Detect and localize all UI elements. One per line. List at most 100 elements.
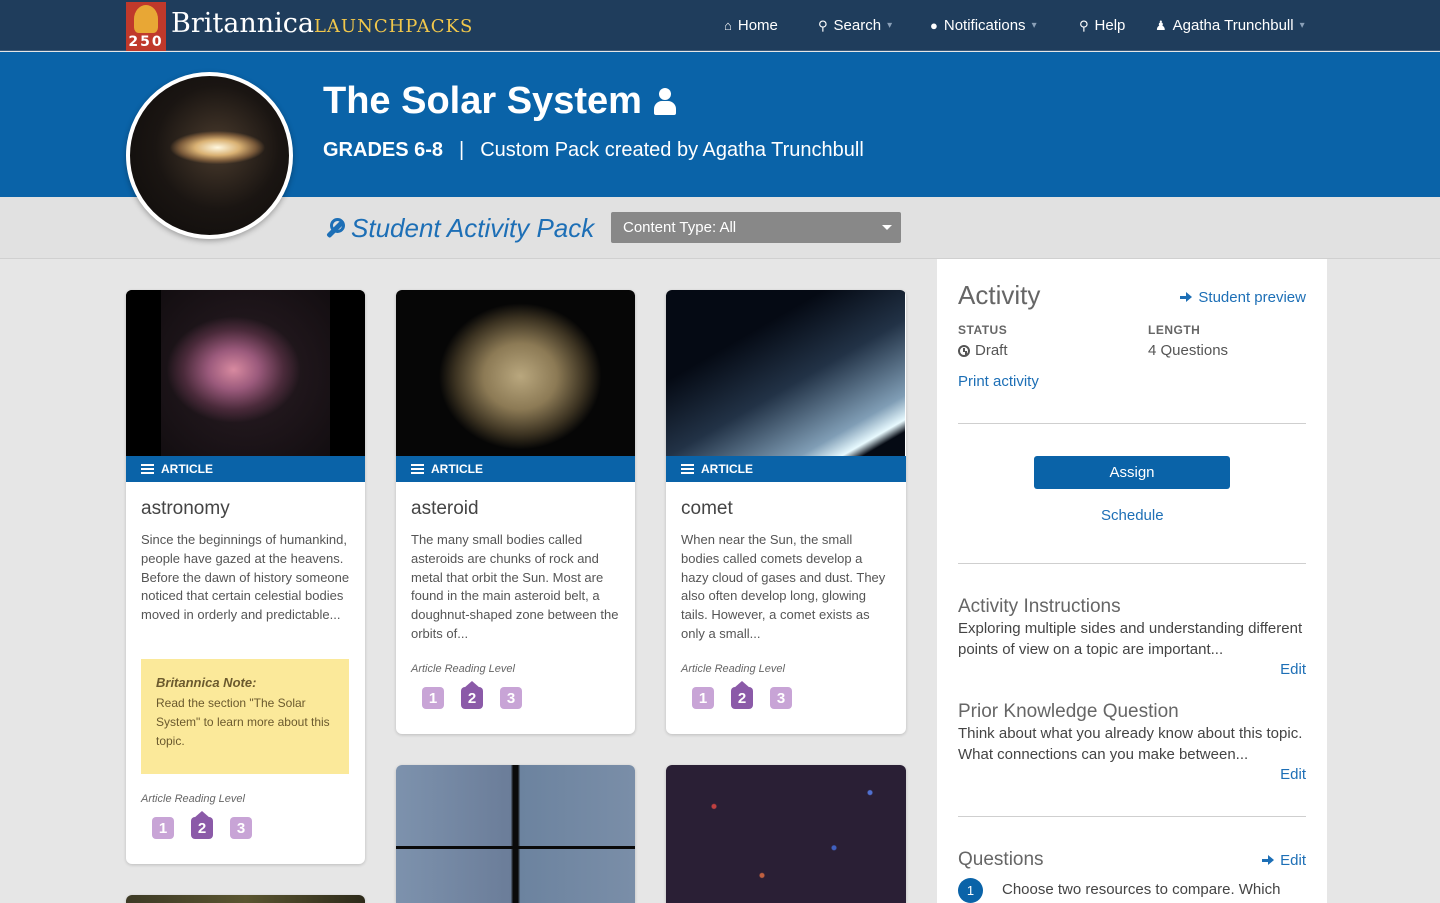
divider xyxy=(958,816,1306,817)
article-tag: ARTICLE xyxy=(396,456,635,482)
clock-icon xyxy=(958,344,970,357)
star-cluster-image[interactable] xyxy=(666,765,906,903)
reading-level-label: Article Reading Level xyxy=(141,793,245,805)
launchpacks-logo[interactable]: BritannicaLAUNCHPACKS xyxy=(171,8,473,39)
subtitle-separator: | xyxy=(459,139,465,161)
student-preview-label: Student preview xyxy=(1198,289,1306,306)
edit-instructions-link[interactable]: Edit xyxy=(1280,661,1306,678)
nav-help-label: Help xyxy=(1094,17,1126,34)
britannica-note: Britannica Note: Read the section "The S… xyxy=(141,659,349,774)
arrow-right-icon xyxy=(1262,855,1275,865)
question-number-badge: 1 xyxy=(958,878,983,903)
assign-button[interactable]: Assign xyxy=(1034,456,1230,489)
reading-level-1[interactable]: 1 xyxy=(422,687,444,709)
logo-sub-text: LAUNCHPACKS xyxy=(313,16,474,37)
article-tag: ARTICLE xyxy=(666,456,906,482)
nav-home[interactable]: ⌂ Home xyxy=(724,17,778,34)
divider xyxy=(958,423,1306,424)
list-icon xyxy=(141,464,154,474)
activity-heading: Activity xyxy=(958,280,1041,310)
reading-level-3[interactable]: 3 xyxy=(500,687,522,709)
reading-level-3[interactable]: 3 xyxy=(770,687,792,709)
image-letterbox xyxy=(126,290,161,456)
length-value: 4 Questions xyxy=(1148,342,1229,359)
reading-level-3[interactable]: 3 xyxy=(230,817,252,839)
content-type-select[interactable]: Content Type: All xyxy=(611,212,901,243)
nav-search-label: Search xyxy=(833,17,882,34)
nebula-image[interactable] xyxy=(126,290,365,456)
card-title[interactable]: astronomy xyxy=(141,498,230,520)
chevron-down-icon: ▾ xyxy=(1031,20,1037,31)
print-activity-link[interactable]: Print activity xyxy=(958,373,1039,390)
logo-badge-number: 250 xyxy=(128,34,164,50)
lightbulb-icon: ⚲ xyxy=(1079,17,1089,33)
reading-level-label: Article Reading Level xyxy=(411,663,515,675)
chevron-down-icon: ▾ xyxy=(1299,20,1305,31)
activity-sidebar: Activity Student preview STATUS Draft LE… xyxy=(937,259,1327,903)
divider xyxy=(958,563,1306,564)
galaxies-image[interactable] xyxy=(396,765,635,903)
reading-level-selector: 1 2 3 xyxy=(422,681,522,709)
card-image-partial[interactable] xyxy=(126,895,365,903)
resource-card-astronomy[interactable]: ARTICLE astronomy Since the beginnings o… xyxy=(126,290,365,864)
reading-level-2[interactable]: 2 xyxy=(731,681,753,709)
reading-level-2[interactable]: 2 xyxy=(191,811,213,839)
arrow-right-icon xyxy=(1180,292,1193,302)
chevron-down-icon xyxy=(882,225,892,230)
edit-prior-knowledge-link[interactable]: Edit xyxy=(1280,766,1306,783)
resource-card-galaxies[interactable] xyxy=(396,765,635,903)
resource-card-star-cluster[interactable] xyxy=(666,765,906,903)
nav-notifications-label: Notifications xyxy=(943,17,1026,34)
wrench-icon xyxy=(323,217,345,240)
page-title-text: The Solar System xyxy=(323,80,642,122)
card-title[interactable]: comet xyxy=(681,498,733,520)
status-value-text: Draft xyxy=(975,342,1008,359)
asteroid-image[interactable] xyxy=(396,290,635,456)
schedule-link[interactable]: Schedule xyxy=(1101,507,1164,524)
length-label: LENGTH xyxy=(1148,323,1201,337)
reading-level-label: Article Reading Level xyxy=(681,663,785,675)
reading-level-1[interactable]: 1 xyxy=(152,817,174,839)
question-text[interactable]: Choose two resources to compare. Which xyxy=(1002,881,1280,898)
pack-title-text: Student Activity Pack xyxy=(351,213,595,243)
page-title: The Solar System xyxy=(323,80,676,123)
nav-user-menu[interactable]: ♟ Agatha Trunchbull ▾ xyxy=(1155,17,1305,34)
tree-logo-icon xyxy=(134,5,158,33)
edit-questions-label: Edit xyxy=(1280,852,1306,869)
resource-card-comet[interactable]: ARTICLE comet When near the Sun, the sma… xyxy=(666,290,906,734)
article-tag-label: ARTICLE xyxy=(161,462,213,476)
prior-knowledge-text: Think about what you already know about … xyxy=(958,725,1303,763)
comet-image[interactable] xyxy=(666,290,905,456)
status-label: STATUS xyxy=(958,323,1008,337)
nav-search[interactable]: ⚲ Search ▾ xyxy=(818,17,892,34)
resource-card-asteroid[interactable]: ARTICLE asteroid The many small bodies c… xyxy=(396,290,635,734)
edit-questions-link[interactable]: Edit xyxy=(1262,852,1306,869)
chevron-down-icon: ▾ xyxy=(887,20,893,31)
article-tag-label: ARTICLE xyxy=(701,462,753,476)
creator-label: Custom Pack created by Agatha Trunchbull xyxy=(480,139,864,161)
nav-user-label: Agatha Trunchbull xyxy=(1172,17,1294,34)
grades-label: GRADES 6-8 xyxy=(323,139,444,161)
reading-level-2[interactable]: 2 xyxy=(461,681,483,709)
britannica-250-logo[interactable]: 250 xyxy=(126,2,166,51)
resource-card-partial[interactable] xyxy=(126,895,365,903)
questions-title: Questions xyxy=(958,849,1044,870)
student-preview-link[interactable]: Student preview xyxy=(1180,289,1306,306)
note-title: Britannica Note: xyxy=(156,675,257,690)
card-title[interactable]: asteroid xyxy=(411,498,479,520)
comment-icon: ● xyxy=(930,18,938,33)
user-icon: ♟ xyxy=(1155,17,1167,33)
reading-level-selector: 1 2 3 xyxy=(152,811,252,839)
pack-avatar-image xyxy=(126,72,293,239)
card-description: When near the Sun, the small bodies call… xyxy=(681,532,886,641)
status-value: Draft xyxy=(958,342,1008,359)
nav-help[interactable]: ⚲ Help xyxy=(1079,17,1125,34)
activity-instructions-text: Exploring multiple sides and understandi… xyxy=(958,620,1303,658)
nav-notifications[interactable]: ● Notifications ▾ xyxy=(930,17,1037,34)
top-nav: 250 BritannicaLAUNCHPACKS ⌂ Home ⚲ Searc… xyxy=(0,0,1440,51)
reading-level-1[interactable]: 1 xyxy=(692,687,714,709)
image-letterbox xyxy=(330,290,365,456)
prior-knowledge-title: Prior Knowledge Question xyxy=(958,701,1179,722)
list-icon xyxy=(681,464,694,474)
list-icon xyxy=(411,464,424,474)
